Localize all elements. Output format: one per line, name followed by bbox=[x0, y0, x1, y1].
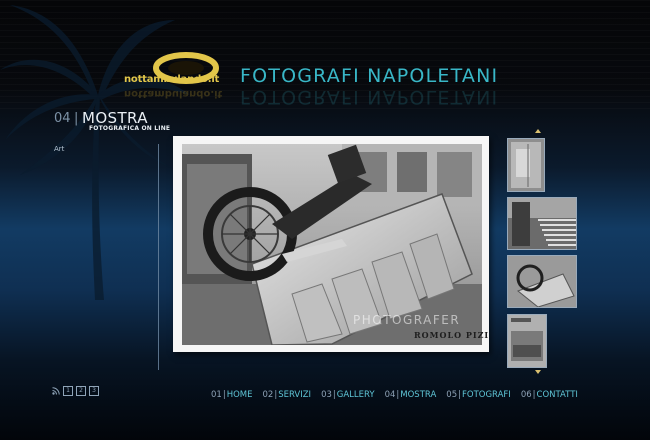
footer-controls: 1 2 3 bbox=[52, 386, 99, 396]
nav-label[interactable]: GALLERY bbox=[337, 390, 375, 400]
photo-watermark-title: PHOTOGRAFER bbox=[353, 313, 461, 327]
nav-home[interactable]: 01|HOME bbox=[211, 390, 253, 400]
nav-number: 06 bbox=[520, 390, 532, 400]
nav-label[interactable]: HOME bbox=[227, 390, 253, 400]
nav-number: 05 bbox=[446, 390, 458, 400]
scroll-down-arrow-icon[interactable] bbox=[535, 370, 541, 374]
thumbnail-1[interactable] bbox=[507, 138, 545, 192]
nav-number: 01 bbox=[211, 390, 222, 400]
nav-servizi[interactable]: 02|SERVIZI bbox=[263, 390, 312, 400]
palm-tree-decoration bbox=[0, 5, 190, 300]
nav-number: 03 bbox=[321, 390, 332, 400]
nav-label[interactable]: MOSTRA bbox=[400, 390, 436, 400]
nav-separator: | bbox=[396, 390, 400, 400]
nav-separator: | bbox=[222, 390, 226, 400]
nav-number: 02 bbox=[262, 390, 274, 400]
nav-label[interactable]: SERVIZI bbox=[278, 390, 311, 400]
thumbnail-3[interactable] bbox=[507, 255, 577, 308]
page-3-button[interactable]: 3 bbox=[89, 386, 99, 396]
main-navigation: 01|HOME 02|SERVIZI 03|GALLERY 04|MOSTRA … bbox=[211, 390, 588, 400]
page-1-button[interactable]: 1 bbox=[63, 386, 73, 396]
nav-gallery[interactable]: 03|GALLERY bbox=[321, 390, 375, 400]
logo-text[interactable]: nottambulando.it bbox=[124, 74, 219, 85]
nav-label[interactable]: CONTATTI bbox=[537, 390, 578, 400]
nav-label[interactable]: FOTOGRAFI bbox=[462, 390, 511, 400]
logo-text-reflection: nottambulando.it bbox=[124, 88, 223, 99]
site-title: FOTOGRAFI NAPOLETANI bbox=[240, 65, 499, 87]
nav-contatti[interactable]: 06|CONTATTI bbox=[521, 390, 578, 400]
nav-separator: | bbox=[458, 390, 461, 400]
page-2-button[interactable]: 2 bbox=[76, 386, 86, 396]
nav-separator: | bbox=[332, 390, 336, 400]
rss-icon[interactable] bbox=[52, 387, 60, 395]
nav-separator: | bbox=[274, 390, 278, 400]
thumbnail-4[interactable] bbox=[507, 314, 547, 368]
nav-separator: | bbox=[532, 390, 536, 400]
site-title-reflection: FOTOGRAFI NAPOLETANI bbox=[240, 86, 499, 108]
section-number: 04 bbox=[54, 111, 71, 126]
photo-author: ROMOLO PIZI bbox=[414, 330, 490, 340]
category-label[interactable]: Art bbox=[54, 145, 64, 153]
section-separator: | bbox=[74, 111, 79, 126]
nav-fotografi[interactable]: 05|FOTOGRAFI bbox=[446, 390, 511, 400]
nav-number: 04 bbox=[384, 390, 396, 400]
nav-mostra[interactable]: 04|MOSTRA bbox=[385, 390, 437, 400]
thumbnail-2[interactable] bbox=[507, 197, 577, 250]
scroll-up-arrow-icon[interactable] bbox=[535, 129, 541, 133]
vertical-divider bbox=[158, 144, 159, 370]
section-subtitle: FOTOGRAFICA ON LINE bbox=[89, 125, 171, 132]
